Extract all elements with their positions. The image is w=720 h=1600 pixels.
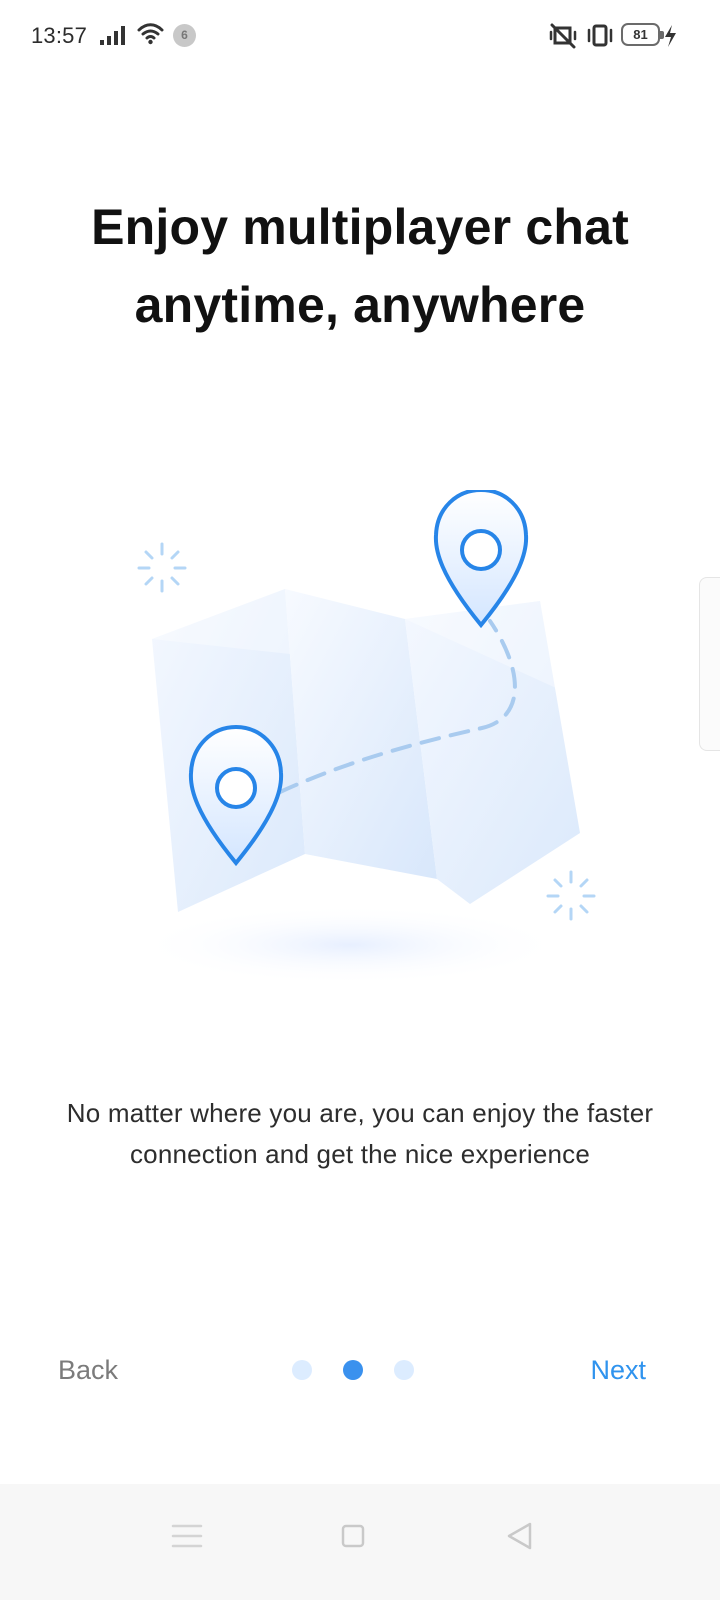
notification-count-badge: 6 xyxy=(173,24,196,47)
sparkle-left-icon xyxy=(137,542,187,593)
status-bar: 13:57 6 81 xyxy=(0,0,720,74)
battery-icon: 81 xyxy=(621,23,664,46)
vibration-icon xyxy=(587,24,613,47)
status-time: 13:57 xyxy=(31,23,88,48)
system-navigation-bar xyxy=(0,1484,720,1600)
page-indicator-dot-2-active[interactable] xyxy=(343,1360,363,1380)
system-home-button[interactable] xyxy=(330,1513,376,1559)
onboarding-headline: Enjoy multiplayer chat anytime, anywhere xyxy=(91,199,629,333)
back-triangle-icon xyxy=(507,1522,532,1550)
map-shadow xyxy=(135,905,565,985)
charging-icon xyxy=(665,25,676,47)
system-back-button[interactable] xyxy=(496,1513,542,1559)
menu-icon xyxy=(171,1524,203,1548)
signal-icon xyxy=(100,26,125,45)
next-button[interactable]: Next xyxy=(556,1350,646,1390)
back-button[interactable]: Back xyxy=(58,1350,148,1390)
page-indicator-dot-1[interactable] xyxy=(292,1360,312,1380)
battery-level-text: 81 xyxy=(633,27,648,42)
onboarding-screen: 13:57 6 81 Enjoy multiplayer chat anytim… xyxy=(0,0,720,1600)
page-indicator-dot-3[interactable] xyxy=(394,1360,414,1380)
sparkle-right-icon xyxy=(546,870,596,921)
vibrate-mute-icon xyxy=(549,23,577,49)
onboarding-description: No matter where you are, you can enjoy t… xyxy=(66,1098,654,1169)
edge-panel-handle[interactable] xyxy=(699,577,720,751)
wifi-icon xyxy=(137,23,164,45)
system-menu-button[interactable] xyxy=(164,1513,210,1559)
map-route-illustration xyxy=(135,490,596,985)
home-square-icon xyxy=(341,1524,365,1548)
